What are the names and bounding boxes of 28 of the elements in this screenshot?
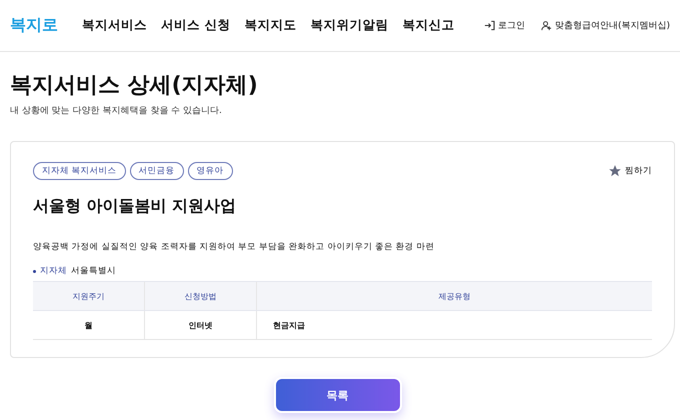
nav-link[interactable]: 복지신고 xyxy=(402,17,454,34)
page-title: 복지서비스 상세(지자체) xyxy=(10,72,259,100)
bookmark-button[interactable]: 찜하기 xyxy=(608,164,652,178)
nav-link[interactable]: 복지지도 xyxy=(244,17,296,34)
nav-link[interactable]: 서비스 신청 xyxy=(161,17,230,34)
service-description: 양육공백 가정에 실질적인 양육 조력자를 지원하여 부모 부담을 완화하고 아이키우기 좋은 환경 마련 xyxy=(33,241,436,253)
table-cell: 인터넷 xyxy=(144,310,256,340)
table-cell: 현금지급 xyxy=(256,310,652,340)
login-icon xyxy=(484,20,495,31)
star-icon xyxy=(608,164,622,178)
membership-link[interactable]: 맞춤형급여안내(복지멤버십) xyxy=(540,19,670,32)
list-button[interactable]: 목록 xyxy=(274,377,402,413)
info-label: 지자체 xyxy=(40,265,67,277)
login-link[interactable]: 로그인 xyxy=(484,19,525,32)
column-header: 지원주기 xyxy=(33,282,144,310)
info-value: 서울특별시 xyxy=(71,265,116,277)
bullet-icon xyxy=(33,270,36,272)
nav-link[interactable]: 복지위기알림 xyxy=(310,17,388,34)
service-title: 서울형 아이돌봄비 지원사업 xyxy=(33,196,238,217)
column-header: 제공유형 xyxy=(256,282,652,310)
table-cell: 월 xyxy=(33,310,144,340)
column-header: 신청방법 xyxy=(144,282,256,310)
user-plus-icon xyxy=(540,20,552,31)
nav-link[interactable]: 복지서비스 xyxy=(82,17,147,34)
category-tag[interactable]: 영유아 xyxy=(188,162,233,180)
category-tag[interactable]: 지자체 복지서비스 xyxy=(33,162,126,180)
page-subtitle: 내 상황에 맞는 다양한 복지혜택을 찾을 수 있습니다. xyxy=(10,105,223,117)
category-tag[interactable]: 서민금융 xyxy=(130,162,184,180)
